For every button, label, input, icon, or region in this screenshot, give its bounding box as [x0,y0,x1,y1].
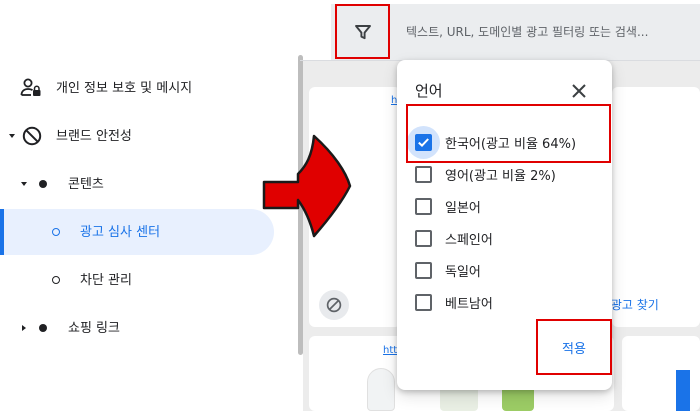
chevron-right-icon[interactable] [22,325,26,331]
apply-button-label: 적용 [562,341,586,357]
filled-dot-icon [39,324,47,332]
search-input[interactable]: 텍스트, URL, 도메인별 광고 필터링 또는 검색... [406,23,696,40]
filled-dot-icon [39,180,47,188]
sidebar-item-ad-review-center[interactable]: 광고 심사 센터 [0,209,274,255]
ad-card[interactable] [612,87,700,327]
sidebar: 개인 정보 보호 및 메시지 브랜드 안전성 콘텐츠 광고 심사 센터 차단 관… [0,0,303,411]
sidebar-item-label: 광고 심사 센터 [80,224,161,240]
sidebar-item-label: 콘텐츠 [68,176,104,192]
sidebar-item-label: 브랜드 안전성 [56,128,132,144]
option-label: 영어(광고 비율 2%) [445,168,556,184]
sidebar-item-label: 개인 정보 보호 및 메시지 [56,80,193,96]
language-option-japanese[interactable]: 일본어 [415,196,481,216]
checkbox[interactable] [415,165,432,183]
checkbox[interactable] [415,197,432,215]
user-lock-icon [20,78,42,98]
chevron-down-icon[interactable] [21,182,27,186]
ad-thumbnail [676,370,690,411]
block-icon [22,126,42,146]
checkbox[interactable] [415,261,432,279]
language-option-german[interactable]: 독일어 [415,260,481,280]
ad-thumbnail [367,368,395,411]
option-label: 스페인어 [445,232,493,248]
dropdown-title: 언어 [415,82,443,100]
ad-card-link[interactable]: htt [383,345,397,356]
chevron-down-icon[interactable] [9,134,15,138]
filter-icon [354,23,372,41]
language-option-spanish[interactable]: 스페인어 [415,228,493,248]
option-label: 독일어 [445,264,481,280]
ring-dot-icon [52,276,60,284]
language-option-english[interactable]: 영어(광고 비율 2%) [415,164,556,184]
ring-dot-icon [52,228,60,236]
active-indicator [0,209,4,255]
option-label: 베트남어 [445,296,493,312]
apply-button[interactable]: 적용 [536,319,612,375]
option-label: 일본어 [445,200,481,216]
filter-button[interactable] [335,4,390,59]
checkbox[interactable] [415,229,432,247]
close-icon[interactable] [570,82,588,100]
block-icon [326,297,342,313]
sidebar-item-label: 차단 관리 [80,272,132,288]
highlight-annotation [406,104,611,163]
red-arrow-annotation [262,134,352,238]
checkbox[interactable] [415,293,432,311]
language-option-vietnamese[interactable]: 베트남어 [415,292,493,312]
block-ad-button[interactable] [319,290,349,320]
sidebar-item-label: 쇼핑 링크 [68,320,120,336]
